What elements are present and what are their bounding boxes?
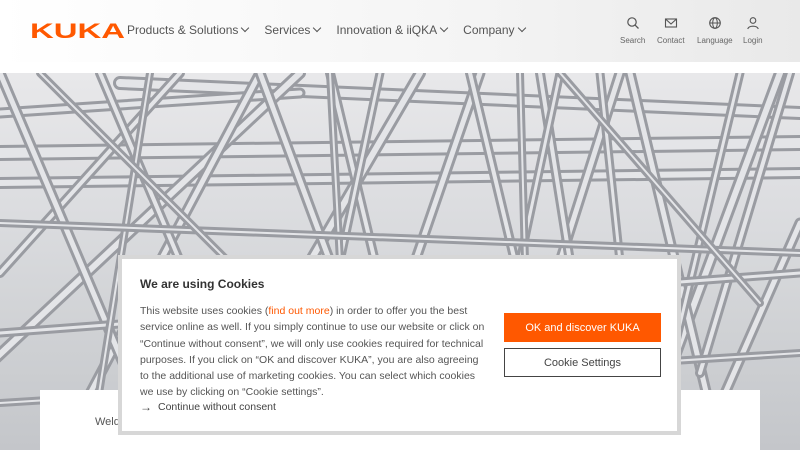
continue-without-consent-link[interactable]: → Continue without consent xyxy=(140,400,276,414)
cookie-text: This website uses cookies (find out more… xyxy=(140,303,485,401)
contact-label: Contact xyxy=(657,36,685,45)
language-button[interactable]: Language xyxy=(697,16,733,45)
ok-discover-button[interactable]: OK and discover KUKA xyxy=(504,313,661,342)
cookie-title: We are using Cookies xyxy=(140,277,265,291)
cookie-dialog: We are using Cookies This website uses c… xyxy=(118,255,681,435)
main-nav: Products & Solutions Services Innovation… xyxy=(127,23,541,37)
continue-label: Continue without consent xyxy=(158,401,276,413)
cookie-text-pre: This website uses cookies ( xyxy=(140,305,269,317)
nav-label: Innovation & iiQKA xyxy=(336,23,438,37)
nav-services[interactable]: Services xyxy=(264,23,322,37)
chevron-down-icon xyxy=(313,23,322,33)
kuka-logo[interactable]: KUKA xyxy=(30,20,126,42)
search-icon xyxy=(626,17,639,29)
nav-products-solutions[interactable]: Products & Solutions xyxy=(127,23,250,37)
chevron-down-icon xyxy=(241,23,250,33)
cookie-text-post: ) in order to offer you the best service… xyxy=(140,305,485,399)
nav-label: Products & Solutions xyxy=(127,23,239,37)
nav-label: Services xyxy=(264,23,311,37)
find-out-more-link[interactable]: find out more xyxy=(268,305,329,317)
chevron-down-icon xyxy=(517,23,526,33)
contact-button[interactable]: Contact xyxy=(657,16,685,45)
user-icon xyxy=(747,17,759,30)
globe-icon xyxy=(708,17,721,29)
arrow-right-icon: → xyxy=(140,400,152,414)
nav-label: Company xyxy=(463,23,515,37)
nav-innovation[interactable]: Innovation & iiQKA xyxy=(336,23,449,37)
logo-text: KUKA xyxy=(30,20,125,42)
mail-icon xyxy=(664,18,677,28)
cookie-settings-button[interactable]: Cookie Settings xyxy=(504,348,661,377)
language-label: Language xyxy=(697,36,733,45)
site-header: KUKA Products & Solutions Services Innov… xyxy=(0,0,800,62)
chevron-down-icon xyxy=(439,23,449,33)
login-label: Login xyxy=(743,36,763,45)
nav-company[interactable]: Company xyxy=(463,23,526,37)
search-button[interactable]: Search xyxy=(620,16,645,45)
search-label: Search xyxy=(620,36,646,45)
login-button[interactable]: Login xyxy=(743,16,763,45)
